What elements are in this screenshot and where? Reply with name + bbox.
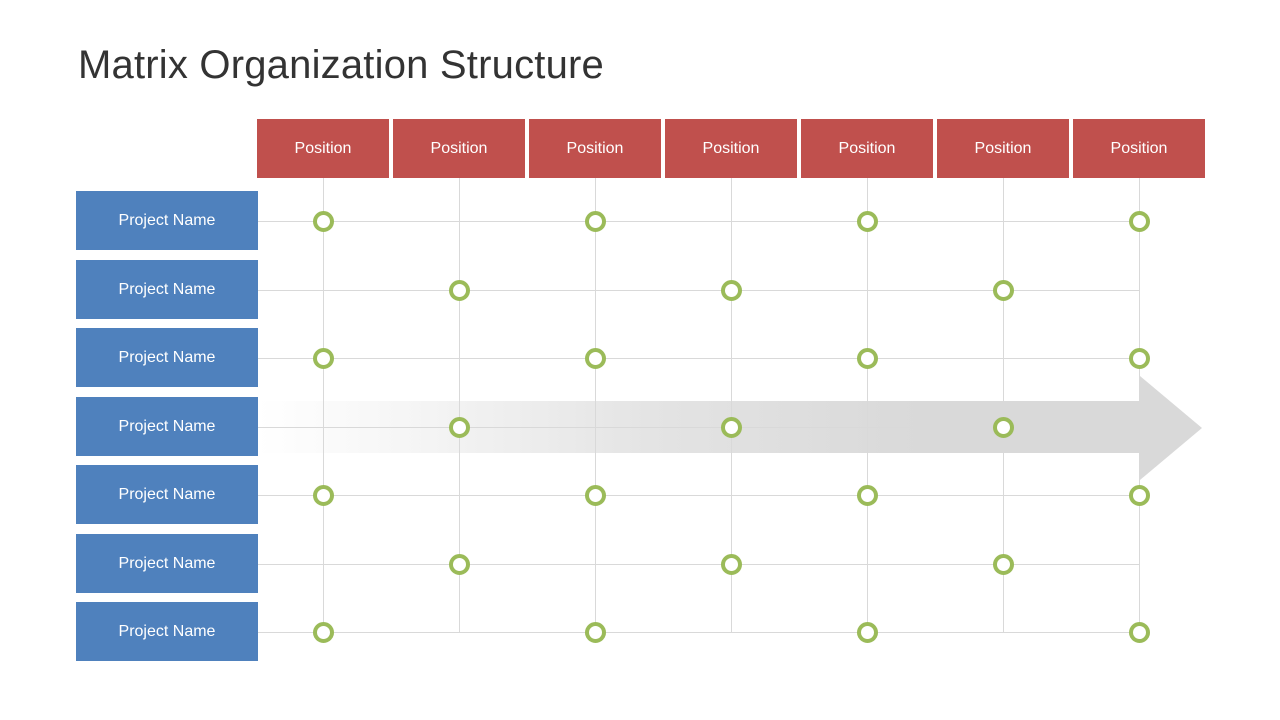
node-circle-r3-c3[interactable] xyxy=(585,348,606,369)
node-circle-r7-c1[interactable] xyxy=(313,622,334,643)
column-header-position-2[interactable]: Position xyxy=(393,119,525,178)
node-circle-r1-c5[interactable] xyxy=(857,211,878,232)
node-circle-r2-c2[interactable] xyxy=(449,280,470,301)
node-circle-r3-c5[interactable] xyxy=(857,348,878,369)
column-header-position-3[interactable]: Position xyxy=(529,119,661,178)
slide-canvas: Matrix Organization Structure Position Po… xyxy=(0,0,1280,720)
node-circle-r6-c4[interactable] xyxy=(721,554,742,575)
row-label-project-1[interactable]: Project Name xyxy=(76,191,258,250)
grid-line-horizontal-row-1 xyxy=(258,221,1139,222)
grid-line-horizontal-row-5 xyxy=(258,495,1139,496)
column-header-position-6[interactable]: Position xyxy=(937,119,1069,178)
grid-line-horizontal-row-3 xyxy=(258,358,1139,359)
column-header-position-7[interactable]: Position xyxy=(1073,119,1205,178)
node-circle-r2-c4[interactable] xyxy=(721,280,742,301)
row-label-project-2[interactable]: Project Name xyxy=(76,260,258,319)
node-circle-r6-c6[interactable] xyxy=(993,554,1014,575)
node-circle-r7-c3[interactable] xyxy=(585,622,606,643)
node-circle-r5-c7[interactable] xyxy=(1129,485,1150,506)
node-circle-r1-c3[interactable] xyxy=(585,211,606,232)
row-label-project-4[interactable]: Project Name xyxy=(76,397,258,456)
node-circle-r5-c5[interactable] xyxy=(857,485,878,506)
node-circle-r1-c1[interactable] xyxy=(313,211,334,232)
row-label-project-7[interactable]: Project Name xyxy=(76,602,258,661)
row-label-project-5[interactable]: Project Name xyxy=(76,465,258,524)
node-circle-r7-c7[interactable] xyxy=(1129,622,1150,643)
node-circle-r5-c3[interactable] xyxy=(585,485,606,506)
node-circle-r3-c7[interactable] xyxy=(1129,348,1150,369)
row-label-project-6[interactable]: Project Name xyxy=(76,534,258,593)
node-circle-r3-c1[interactable] xyxy=(313,348,334,369)
node-circle-r4-c4[interactable] xyxy=(721,417,742,438)
node-circle-r4-c2[interactable] xyxy=(449,417,470,438)
grid-line-horizontal-row-7 xyxy=(258,632,1139,633)
column-header-position-5[interactable]: Position xyxy=(801,119,933,178)
row-label-project-3[interactable]: Project Name xyxy=(76,328,258,387)
column-header-position-4[interactable]: Position xyxy=(665,119,797,178)
column-header-position-1[interactable]: Position xyxy=(257,119,389,178)
node-circle-r1-c7[interactable] xyxy=(1129,211,1150,232)
node-circle-r7-c5[interactable] xyxy=(857,622,878,643)
node-circle-r4-c6[interactable] xyxy=(993,417,1014,438)
node-circle-r5-c1[interactable] xyxy=(313,485,334,506)
node-circle-r2-c6[interactable] xyxy=(993,280,1014,301)
node-circle-r6-c2[interactable] xyxy=(449,554,470,575)
matrix-grid: Position Position Position Position Position… xyxy=(0,0,1280,720)
